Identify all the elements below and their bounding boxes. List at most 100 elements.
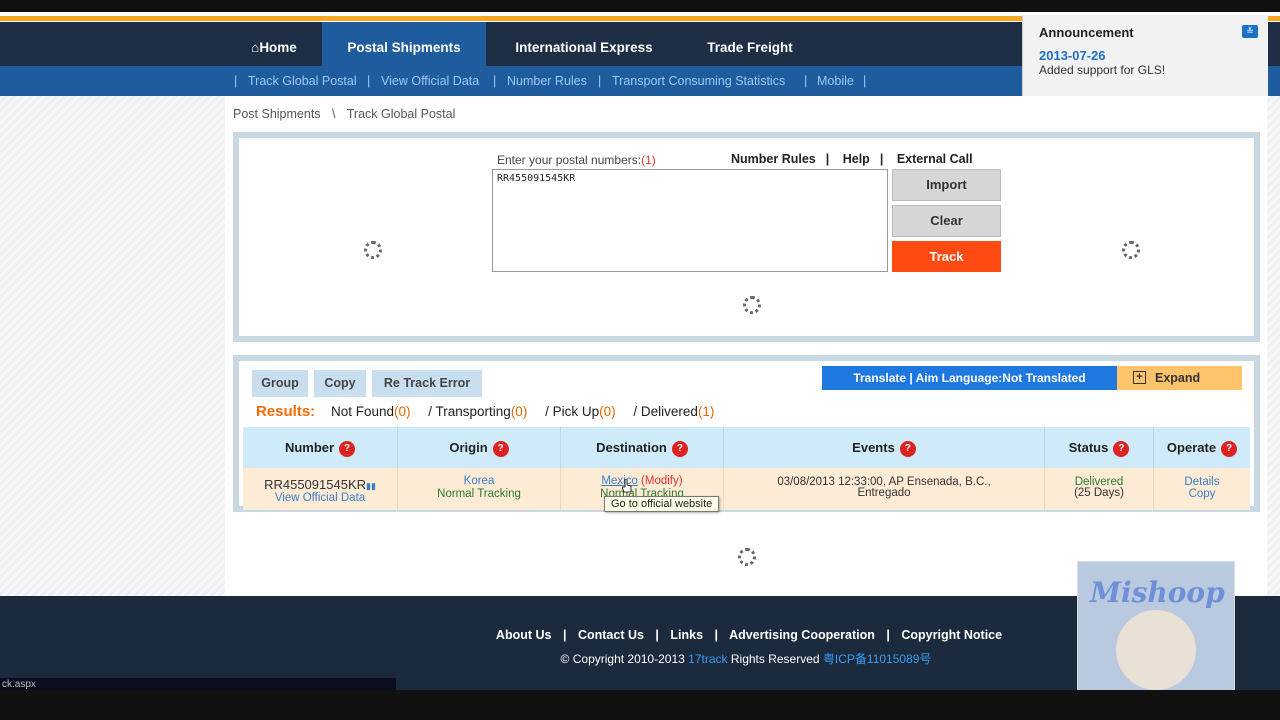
results-label: Results: (256, 403, 316, 420)
group-button[interactable]: Group (252, 370, 308, 397)
external-call-link[interactable]: External Call (897, 152, 973, 166)
bottom-border (0, 690, 1280, 720)
header-operate: Operate? (1154, 427, 1250, 468)
top-border (0, 0, 1280, 12)
breadcrumb-root[interactable]: Post Shipments (233, 107, 321, 121)
event-line-2: Entregado (857, 487, 911, 499)
subnav-separator: | (598, 74, 602, 88)
tooltip: Go to official website (604, 496, 720, 512)
announcement-date[interactable]: 2013-07-26 (1039, 48, 1106, 63)
brand-link[interactable]: 17track (688, 652, 727, 666)
copy-link[interactable]: Copy (1154, 488, 1250, 500)
breadcrumb-current: Track Global Postal (346, 107, 456, 121)
filter-delivered[interactable]: / Delivered(1) (633, 404, 714, 419)
header-destination: Destination? (561, 427, 724, 468)
watermark-logo: Mishoop (1077, 561, 1235, 692)
number-rules-link[interactable]: Number Rules (731, 152, 816, 166)
footer-separator: | (655, 628, 659, 642)
subnav-number-rules[interactable]: Number Rules (507, 74, 587, 88)
help-icon[interactable]: ? (339, 441, 356, 457)
results-summary: Results: Not Found(0) / Transporting(0) … (256, 403, 728, 420)
filter-not-found[interactable]: Not Found(0) (331, 404, 411, 419)
cell-operate: Details Copy (1154, 468, 1250, 510)
hand-cursor-icon (622, 479, 632, 493)
subnav-mobile[interactable]: Mobile (817, 74, 854, 88)
status-days: (25 Days) (1074, 487, 1124, 499)
pug-avatar-icon (1116, 610, 1196, 690)
loading-spinner-icon (738, 548, 756, 566)
header-number: Number? (243, 427, 398, 468)
help-icon[interactable]: ? (671, 441, 688, 457)
filter-pickup[interactable]: / Pick Up(0) (545, 404, 616, 419)
nav-postal-shipments[interactable]: Postal Shipments (322, 22, 486, 66)
collapse-icon[interactable]: ≚ (1242, 25, 1258, 38)
help-icon[interactable]: ? (1113, 441, 1130, 457)
form-links: Number Rules | Help | External Call (731, 152, 983, 166)
watermark-text: Mishoop (1090, 576, 1225, 609)
expand-button[interactable]: + Expand (1117, 366, 1242, 390)
retrack-error-button[interactable]: Re Track Error (372, 370, 482, 397)
nav-international-express[interactable]: International Express (496, 22, 672, 66)
link-separator: | (825, 152, 830, 166)
tracking-number: RR455091545KR▮▮ (264, 477, 376, 492)
postal-number-label: Enter your postal numbers:(1) (497, 153, 656, 167)
clear-button[interactable]: Clear (892, 205, 1001, 237)
footer-separator: | (886, 628, 890, 642)
header-status: Status? (1045, 427, 1154, 468)
nav-home[interactable]: ⌂Home (232, 22, 316, 66)
header-events: Events? (724, 427, 1045, 468)
header-origin: Origin? (398, 427, 561, 468)
destination-line: Mexico (Modify) (561, 475, 723, 487)
cell-status: Delivered (25 Days) (1045, 468, 1154, 510)
table-row: RR455091545KR▮▮ View Official Data Korea… (243, 468, 1250, 510)
filter-transporting[interactable]: / Transporting(0) (428, 404, 527, 419)
footer-contact-us[interactable]: Contact Us (578, 628, 644, 642)
subnav-separator: | (234, 74, 238, 88)
cell-events: 03/08/2013 12:33:00, AP Ensenada, B.C., … (724, 468, 1045, 510)
help-icon[interactable]: ? (1221, 441, 1238, 457)
chart-icon[interactable]: ▮▮ (366, 481, 376, 491)
postal-numbers-textarea[interactable]: RR455091545KR (492, 169, 888, 272)
expand-icon: + (1133, 371, 1146, 384)
destination-country-link[interactable]: Mexico (601, 475, 637, 487)
subnav-view-official-data[interactable]: View Official Data (381, 74, 479, 88)
footer-copyright-notice[interactable]: Copyright Notice (901, 628, 1002, 642)
loading-spinner-icon (1122, 241, 1140, 259)
right-background (1267, 96, 1280, 596)
help-link[interactable]: Help (843, 152, 870, 166)
subnav-separator: | (863, 74, 867, 88)
link-separator: | (879, 152, 884, 166)
breadcrumb-separator: \ (332, 107, 336, 121)
footer-separator: | (714, 628, 719, 642)
modify-link[interactable]: (Modify) (641, 475, 683, 487)
import-button[interactable]: Import (892, 169, 1001, 201)
view-official-data-link[interactable]: View Official Data (243, 492, 397, 504)
origin-tracking: Normal Tracking (437, 488, 521, 500)
loading-spinner-icon (743, 296, 761, 314)
loading-spinner-icon (364, 241, 382, 259)
left-background (0, 96, 225, 596)
announcement-panel: Announcement ≚ 2013-07-26 Added support … (1022, 15, 1268, 96)
breadcrumb: Post Shipments \ Track Global Postal (233, 107, 455, 121)
icp-link[interactable]: 粤ICP备11015089号 (823, 652, 932, 666)
results-panel: Group Copy Re Track Error Translate | Ai… (233, 355, 1260, 512)
translate-button[interactable]: Translate | Aim Language:Not Translated (822, 366, 1117, 390)
subnav-transport-statistics[interactable]: Transport Consuming Statistics (612, 74, 785, 88)
footer-about-us[interactable]: About Us (496, 628, 552, 642)
announcement-text: Added support for GLS! (1039, 63, 1166, 77)
details-link[interactable]: Details (1154, 476, 1250, 488)
footer-advertising[interactable]: Advertising Cooperation (729, 628, 875, 642)
subnav-separator: | (493, 74, 497, 88)
track-button[interactable]: Track (892, 241, 1001, 272)
help-icon[interactable]: ? (492, 441, 509, 457)
copy-button[interactable]: Copy (314, 370, 366, 397)
origin-country[interactable]: Korea (398, 475, 560, 487)
track-panel: Enter your postal numbers:(1) Number Rul… (233, 132, 1260, 342)
footer-separator: | (562, 628, 567, 642)
subnav-separator: | (804, 74, 808, 88)
nav-trade-freight[interactable]: Trade Freight (690, 22, 810, 66)
subnav-track-global-postal[interactable]: Track Global Postal (248, 74, 357, 88)
footer-links-link[interactable]: Links (670, 628, 703, 642)
help-icon[interactable]: ? (899, 441, 916, 457)
announcement-title: Announcement (1039, 25, 1134, 40)
